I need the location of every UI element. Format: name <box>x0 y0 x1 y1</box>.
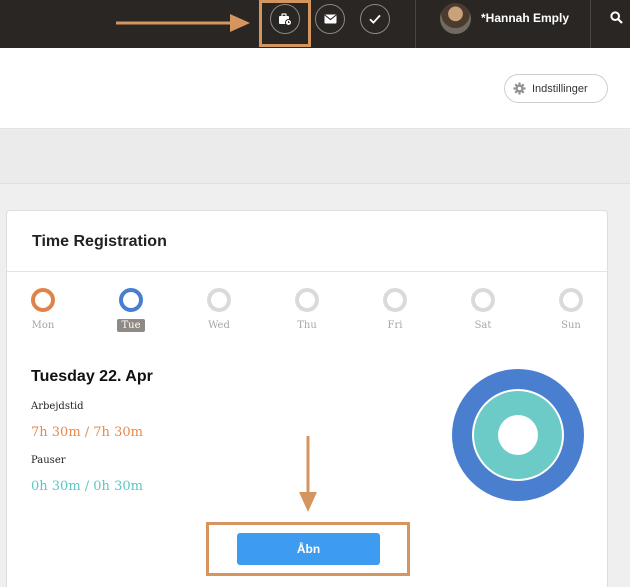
card-divider <box>7 271 607 272</box>
time-donut-chart <box>452 369 584 501</box>
day-status-ring <box>119 288 143 312</box>
nav-divider <box>415 0 416 48</box>
day-label: Sat <box>474 320 492 331</box>
break-time-value: 0h 30m / 0h 30m <box>31 479 143 494</box>
day-label: Tue <box>117 319 145 332</box>
day-label: Wed <box>208 320 230 331</box>
donut-center <box>498 415 538 455</box>
work-time-value: 7h 30m / 7h 30m <box>31 425 143 440</box>
day-status-ring <box>559 288 583 312</box>
selected-date: Tuesday 22. Apr <box>31 368 153 385</box>
settings-button[interactable]: Indstillinger <box>504 74 608 103</box>
settings-label: Indstillinger <box>532 82 588 95</box>
day-label: Thu <box>297 320 317 331</box>
envelope-icon <box>323 14 337 24</box>
day-sun[interactable]: Sun <box>546 288 596 333</box>
day-mon[interactable]: Mon <box>18 288 68 333</box>
day-thu[interactable]: Thu <box>282 288 332 333</box>
day-wed[interactable]: Wed <box>194 288 244 333</box>
avatar[interactable] <box>440 3 471 34</box>
nav-divider <box>590 0 591 48</box>
day-status-ring <box>207 288 231 312</box>
day-tue[interactable]: Tue <box>106 288 156 333</box>
annotation-arrow-down <box>299 436 317 512</box>
annotation-highlight-box <box>259 0 311 47</box>
work-time-label: Arbejdstid <box>31 401 84 412</box>
day-label: Sun <box>561 320 581 331</box>
day-label: Mon <box>31 320 55 331</box>
day-sat[interactable]: Sat <box>458 288 508 333</box>
day-status-ring <box>31 288 55 312</box>
day-status-ring <box>471 288 495 312</box>
day-label: Fri <box>387 320 403 331</box>
break-time-label: Pauser <box>31 455 66 466</box>
annotation-highlight-box <box>206 522 410 576</box>
gear-icon <box>513 82 526 95</box>
day-status-ring <box>295 288 319 312</box>
user-name[interactable]: *Hannah Emply <box>481 11 569 25</box>
card-title: Time Registration <box>32 233 167 250</box>
annotation-arrow-right <box>116 14 250 32</box>
toolbar-strip <box>0 130 630 184</box>
day-fri[interactable]: Fri <box>370 288 420 333</box>
messages-button[interactable] <box>315 4 345 34</box>
checkmark-icon <box>369 14 381 24</box>
search-icon[interactable] <box>610 11 623 24</box>
tasks-button[interactable] <box>360 4 390 34</box>
day-status-ring <box>383 288 407 312</box>
top-nav-bar: *Hannah Emply <box>0 0 630 48</box>
